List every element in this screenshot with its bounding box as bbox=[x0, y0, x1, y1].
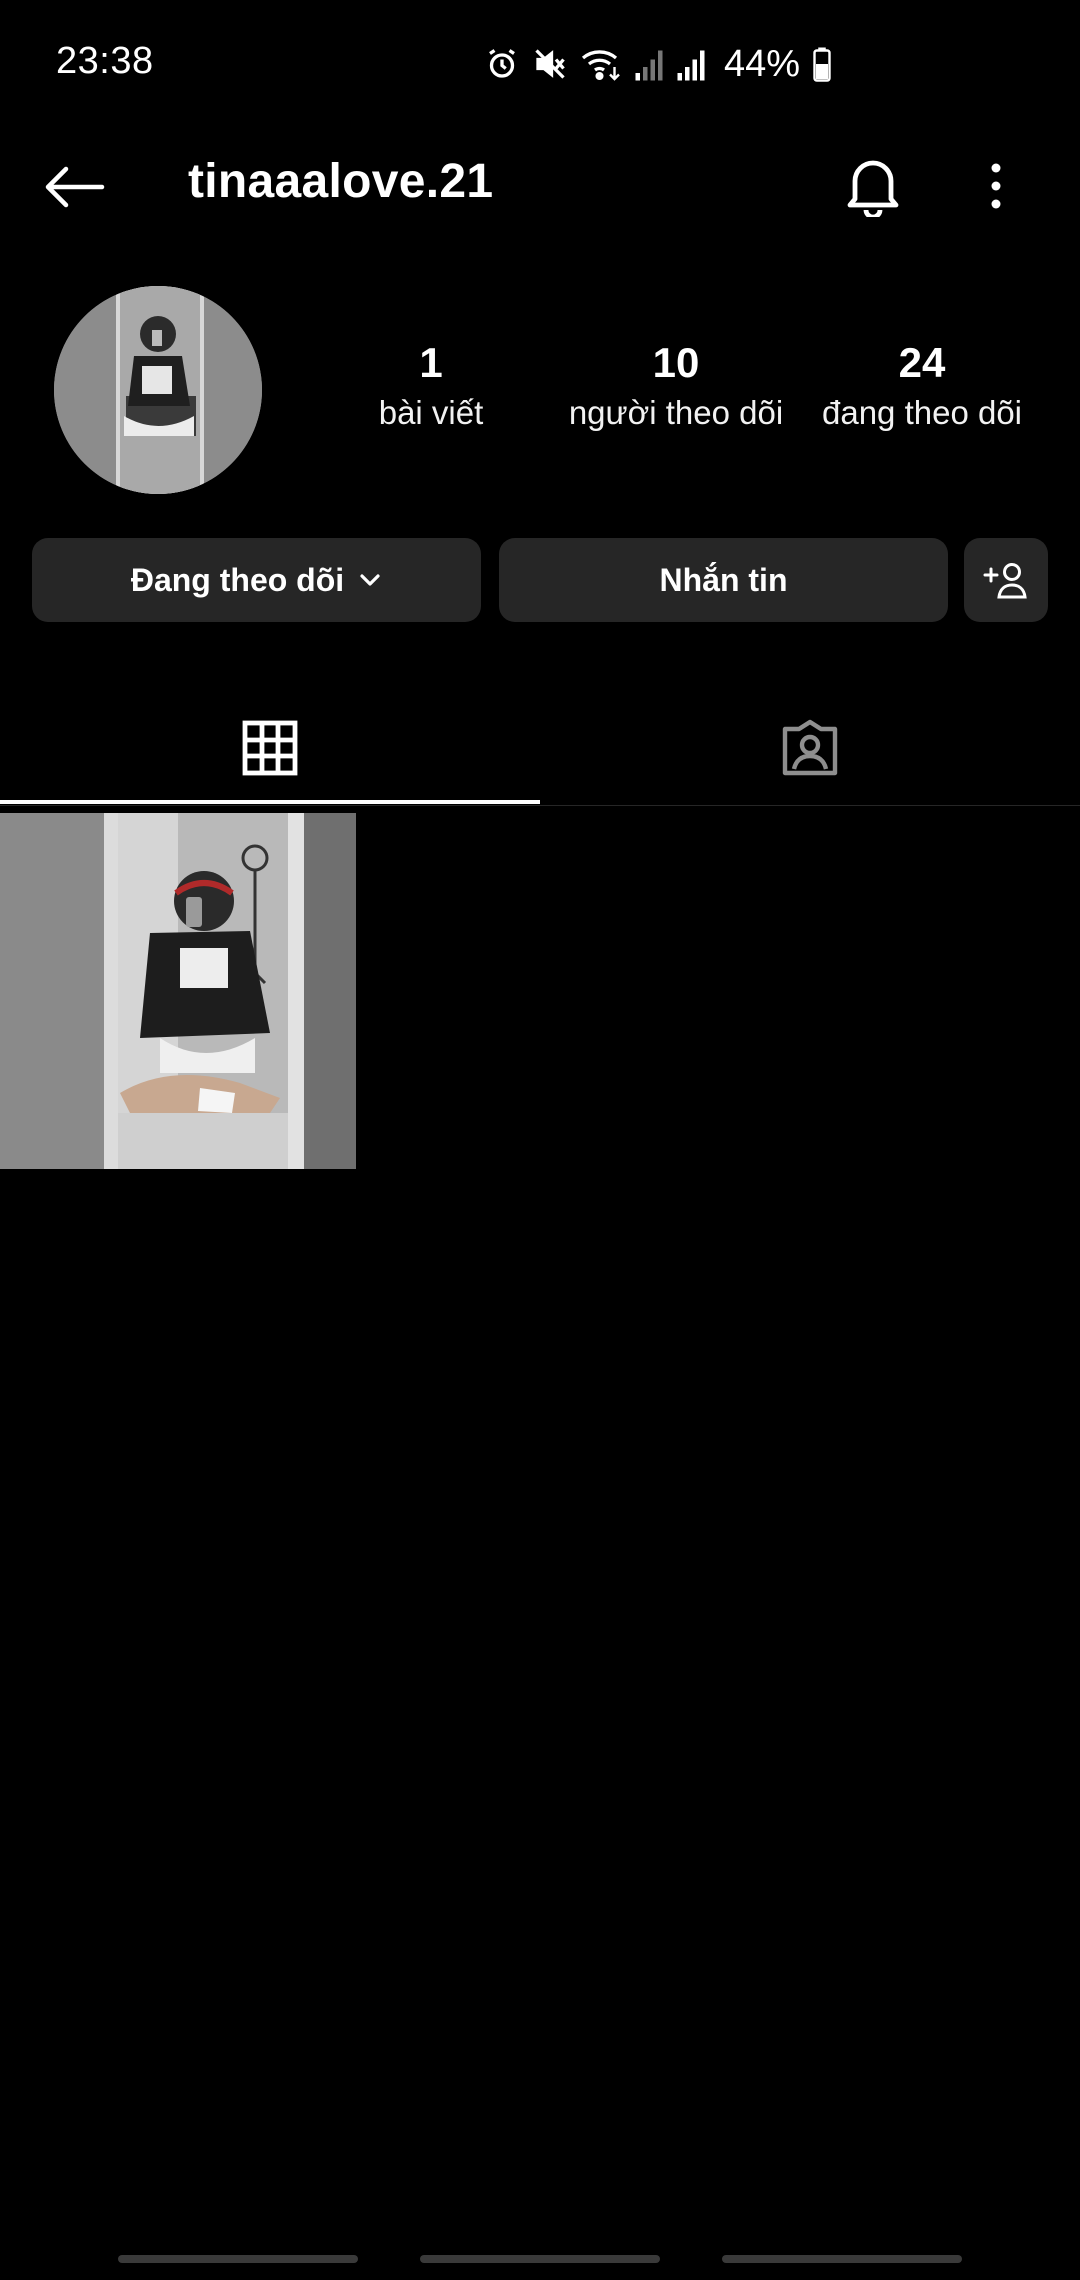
message-button[interactable]: Nhắn tin bbox=[499, 538, 948, 622]
back-arrow-icon bbox=[45, 166, 105, 208]
notifications-button[interactable] bbox=[838, 148, 908, 224]
chevron-down-icon bbox=[360, 574, 380, 586]
profile-header: tinaaalove.21 bbox=[0, 130, 1080, 240]
signal-icon bbox=[677, 50, 705, 81]
followers-count: 10 bbox=[652, 339, 700, 386]
nav-handle-center bbox=[420, 2255, 660, 2263]
battery-percent: 44% bbox=[724, 42, 801, 85]
posts-label: bài viết bbox=[378, 394, 484, 432]
profile-tabs bbox=[0, 690, 1080, 806]
tab-tagged[interactable] bbox=[540, 690, 1080, 806]
tagged-icon bbox=[782, 719, 838, 776]
username-title: tinaaalove.21 bbox=[188, 155, 494, 208]
active-tab-indicator bbox=[0, 800, 540, 804]
more-vertical-icon bbox=[991, 163, 1001, 209]
following-label: đang theo dõi bbox=[821, 394, 1023, 432]
profile-avatar[interactable] bbox=[54, 286, 262, 494]
post-photo bbox=[0, 813, 356, 1169]
avatar-photo bbox=[54, 286, 262, 494]
battery-icon bbox=[813, 47, 831, 82]
stat-posts[interactable]: 1 bài viết bbox=[378, 339, 484, 432]
signal-icon bbox=[635, 50, 663, 81]
nav-handle-right bbox=[722, 2255, 962, 2263]
message-button-label: Nhắn tin bbox=[659, 561, 788, 598]
followers-label: người theo dõi bbox=[568, 394, 784, 432]
following-button[interactable]: Đang theo dõi bbox=[32, 538, 481, 622]
nav-handle-left bbox=[118, 2255, 358, 2263]
grid-icon bbox=[242, 720, 298, 776]
stat-followers[interactable]: 10 người theo dõi bbox=[568, 339, 784, 432]
following-count: 24 bbox=[898, 339, 946, 386]
back-button[interactable] bbox=[40, 152, 110, 222]
post-thumbnail[interactable] bbox=[0, 813, 356, 1169]
status-bar: 23:38 44% bbox=[0, 0, 1080, 130]
suggest-people-button[interactable] bbox=[964, 538, 1048, 622]
alarm-icon bbox=[489, 49, 515, 78]
wifi-icon bbox=[581, 50, 620, 81]
add-person-icon bbox=[983, 563, 1027, 599]
status-time: 23:38 bbox=[56, 40, 154, 82]
stat-following[interactable]: 24 đang theo dõi bbox=[821, 339, 1023, 432]
more-options-button[interactable] bbox=[966, 148, 1026, 224]
posts-count: 1 bbox=[419, 339, 443, 386]
bell-icon bbox=[847, 160, 899, 217]
following-button-label: Đang theo dõi bbox=[130, 561, 345, 598]
tab-posts-grid[interactable] bbox=[0, 690, 540, 806]
status-icons: 44% bbox=[484, 42, 832, 85]
mute-icon bbox=[535, 49, 565, 79]
